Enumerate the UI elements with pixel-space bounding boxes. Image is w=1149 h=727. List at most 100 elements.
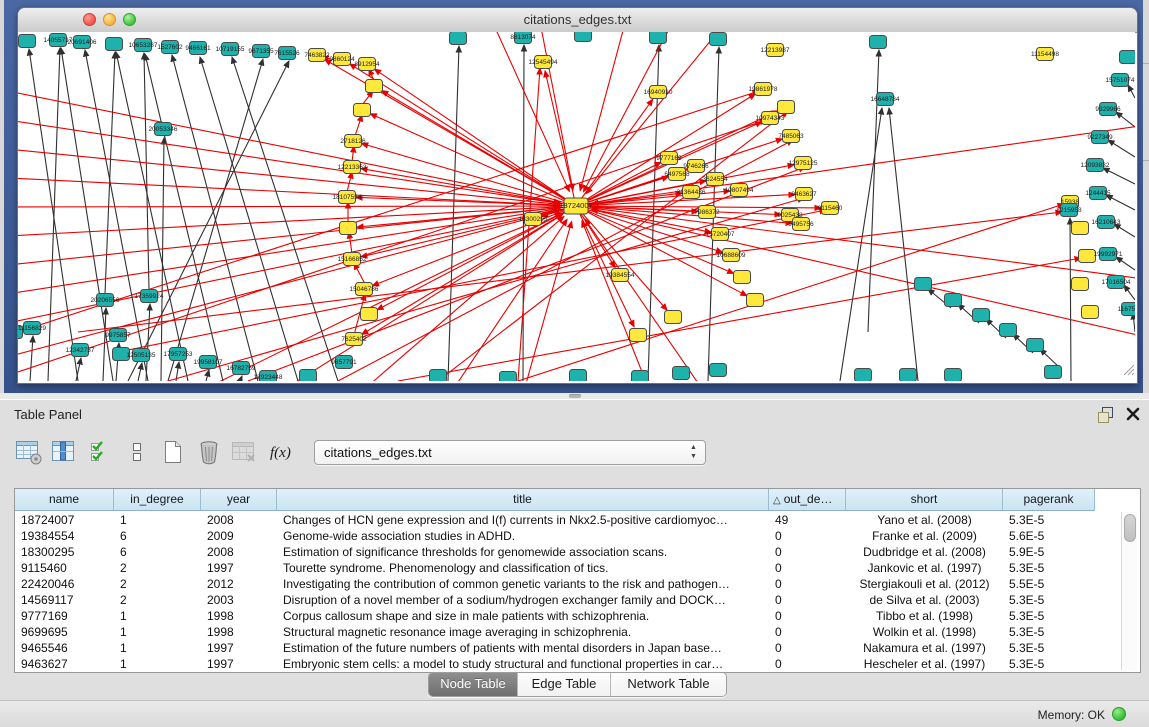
show-columns-button[interactable] [50,437,80,467]
network-node[interactable]: 9495756 [788,218,814,231]
network-node[interactable] [650,32,667,44]
tab-network-table[interactable]: Network Table [611,673,726,696]
table-header-out-degree[interactable]: △out_de… [769,489,846,511]
network-node[interactable]: 19384554 [606,269,635,282]
network-node[interactable]: 9227349 [1087,131,1113,144]
network-node[interactable] [361,308,378,321]
table-header-short[interactable]: short [846,489,1003,511]
network-node[interactable] [665,311,682,324]
network-node[interactable]: 12923448 [254,371,283,382]
network-node[interactable]: 16210643 [1092,216,1121,229]
select-all-button[interactable] [86,437,116,467]
table-selector-dropdown[interactable]: citations_edges.txt ▲▼ [314,440,706,465]
network-node[interactable]: 2718126 [340,135,366,148]
network-node[interactable]: 16940910 [644,86,673,99]
table-header-year[interactable]: year [201,489,277,511]
network-node[interactable] [340,222,357,235]
network-node[interactable] [430,370,447,382]
network-node[interactable]: 12213987 [761,44,790,57]
tab-edge-table[interactable]: Edge Table [518,673,611,696]
network-node[interactable] [945,369,962,382]
delete-table-button[interactable] [230,437,260,467]
network-node[interactable]: 17957253 [164,348,193,361]
table-mode-button[interactable] [14,437,44,467]
close-panel-button[interactable] [1125,406,1141,422]
table-header-title[interactable]: title [277,489,769,511]
table-row[interactable]: 2242004622012Investigating the contribut… [15,576,1095,592]
function-builder-button[interactable]: f(x) [266,437,296,467]
row-height-button[interactable] [122,437,152,467]
table-row[interactable]: 1872400712008Changes of HCN gene express… [15,512,1095,528]
network-node[interactable]: 8813074 [510,32,536,44]
network-node[interactable] [1072,222,1089,235]
network-node[interactable]: 16648784 [871,93,900,106]
network-node[interactable]: 9463627 [791,188,817,201]
network-node[interactable]: 9857791 [331,356,357,369]
network-node[interactable] [300,370,317,382]
network-node[interactable]: 12975125 [789,157,818,170]
float-panel-button[interactable] [1098,407,1113,422]
network-node[interactable]: 17016504 [1102,276,1131,289]
table-row[interactable]: 911546021997Tourette syndrome. Phenomeno… [15,560,1095,576]
network-node[interactable] [575,32,592,42]
network-node[interactable]: 9671355 [248,45,274,58]
table-row[interactable]: 1456911722003Disruption of a novel membe… [15,592,1095,608]
network-node[interactable] [632,371,649,382]
network-node[interactable] [915,278,932,291]
network-node[interactable]: 10653287 [129,39,158,52]
table-row[interactable]: 946362711997Embryonic stem cells: a mode… [15,656,1095,672]
network-node[interactable]: 11154498 [1031,48,1059,61]
network-node[interactable]: 9975857 [105,329,131,342]
network-node[interactable] [710,364,727,377]
table-header-pagerank[interactable]: pagerank [1003,489,1095,511]
network-node[interactable]: 8912954 [354,58,380,71]
network-node[interactable]: 9777169 [656,152,682,165]
network-node[interactable]: 1527602 [157,41,183,54]
table-header-in-degree[interactable]: in_degree [114,489,201,511]
network-node[interactable] [710,33,727,46]
table-row[interactable]: 969969511998Structural magnetic resonanc… [15,624,1095,640]
network-node[interactable]: 18724007 [559,198,592,214]
window-titlebar[interactable]: citations_edges.txt [18,8,1137,33]
network-node[interactable]: 1167533 [1118,303,1135,316]
network-node[interactable] [945,294,962,307]
network-node[interactable] [900,369,917,382]
network-node[interactable] [973,309,990,322]
network-node[interactable] [1000,324,1017,337]
network-node[interactable] [1027,339,1044,352]
network-node[interactable]: 7625402 [341,333,367,346]
table-row[interactable]: 977716911998Corpus callosum shape and si… [15,608,1095,624]
network-node[interactable] [1072,278,1089,291]
network-canvas[interactable]: 1872400774638229860124891295427181261221… [18,32,1135,381]
network-node[interactable] [106,38,123,51]
network-node[interactable]: 10807494 [725,184,754,197]
network-node[interactable]: 15751074 [1106,74,1135,87]
network-node[interactable] [747,294,764,307]
network-node[interactable] [870,36,887,49]
network-node[interactable] [1120,51,1136,64]
network-node[interactable]: 3624554 [702,173,728,186]
network-node[interactable]: 7485063 [778,130,804,143]
network-node[interactable] [570,370,587,382]
network-node[interactable]: 10719155 [216,43,245,56]
splitter-handle-icon[interactable] [569,394,581,398]
network-node[interactable] [500,372,517,382]
network-node[interactable]: 1244415 [1085,187,1111,200]
table-row[interactable]: 1938455462009Genome-wide association stu… [15,528,1095,544]
table-row[interactable]: 946554611997Estimation of the future num… [15,640,1095,656]
network-node[interactable] [1045,366,1062,379]
network-node[interactable] [778,101,795,114]
network-node[interactable] [673,367,690,380]
table-header-name[interactable]: name [15,489,114,511]
network-node[interactable]: 12505135 [127,349,156,362]
network-node[interactable]: 18107554 [333,191,362,204]
new-column-button[interactable] [158,437,188,467]
network-node[interactable] [1082,306,1099,319]
tab-node-table[interactable]: Node Table [429,673,518,696]
network-node[interactable] [354,104,371,117]
network-node[interactable] [366,80,383,93]
resize-grip-icon[interactable] [1121,362,1135,381]
network-node[interactable]: 7615526 [274,47,300,60]
network-node[interactable] [855,369,872,382]
network-node[interactable]: 21364436 [677,186,706,199]
